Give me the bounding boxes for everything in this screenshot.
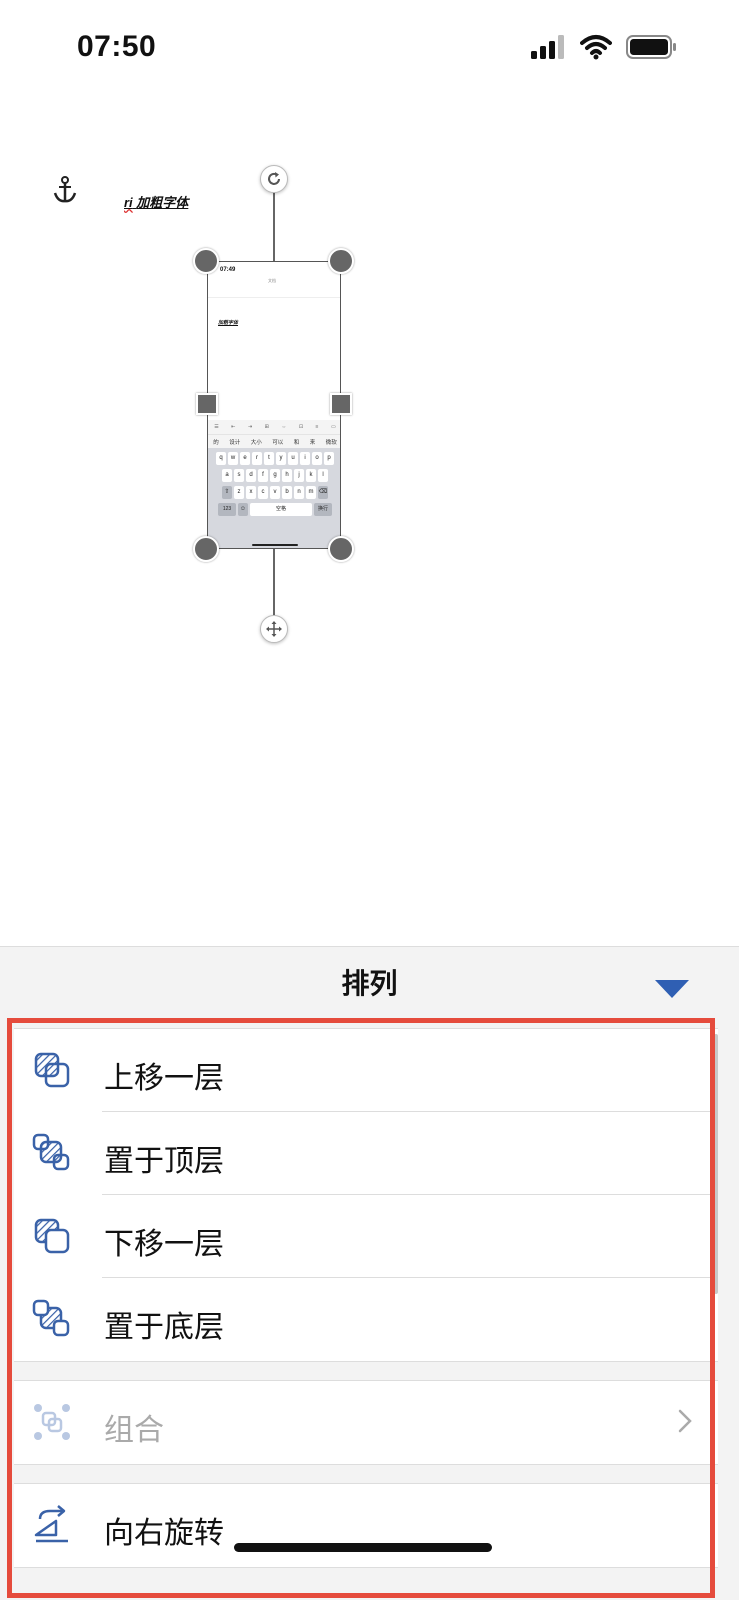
sheet-title: 排列 — [341, 968, 398, 999]
bring-to-front-icon — [32, 1133, 70, 1171]
home-indicator[interactable] — [234, 1543, 492, 1552]
mini-keyboard-tools: ☰ ⇤ ⇥ ⊞ ⇔ ⊡ ≡ ▭ — [208, 420, 340, 434]
menu-item-bring-to-front[interactable]: 置于顶层 — [14, 1112, 718, 1195]
anchor-icon — [53, 176, 77, 203]
mini-key: k — [306, 469, 316, 482]
mini-num-key: 123 — [218, 503, 236, 516]
mini-home-indicator — [252, 544, 298, 546]
menu-item-label: 组合 — [104, 1413, 164, 1448]
mini-key: e — [240, 452, 250, 465]
resize-handle-left[interactable] — [196, 393, 218, 415]
mini-key: b — [282, 486, 292, 499]
resize-handle-right[interactable] — [330, 393, 352, 415]
group-gap — [14, 1362, 718, 1380]
mini-key: g — [270, 469, 280, 482]
mini-key: q — [216, 452, 226, 465]
document-text[interactable]: ri 加粗字体 — [124, 192, 188, 211]
mini-key-row-4: 123 ☺ 空格 换行 — [208, 503, 340, 516]
mini-status-time: 07:49 — [220, 267, 236, 273]
mini-key: z — [234, 486, 244, 499]
mini-key: c — [258, 486, 268, 499]
mini-key: w — [228, 452, 238, 465]
mini-key: o — [312, 452, 322, 465]
mini-key: p — [324, 452, 334, 465]
mini-key: t — [264, 452, 274, 465]
wifi-icon — [580, 35, 612, 60]
menu-item-label: 置于顶层 — [104, 1144, 224, 1179]
bring-forward-icon — [34, 1052, 70, 1088]
send-to-back-icon — [32, 1299, 70, 1337]
mini-key: m — [306, 486, 316, 499]
group-icon — [34, 1404, 70, 1440]
move-handle[interactable] — [260, 615, 288, 643]
chevron-right-icon — [678, 1409, 692, 1433]
mini-key: j — [294, 469, 304, 482]
resize-handle-top-right[interactable] — [328, 248, 354, 274]
mini-key: y — [276, 452, 286, 465]
mini-backspace-key: ⌫ — [318, 486, 328, 499]
mini-key: a — [222, 469, 232, 482]
document-text-prefix: ri — [124, 195, 133, 210]
mini-toolbar — [208, 282, 340, 298]
rotate-handle[interactable] — [260, 165, 288, 193]
layer-order-group: 上移一层 置于顶层 下移一层 置于底层 — [14, 1028, 718, 1362]
menu-item-bring-forward[interactable]: 上移一层 — [14, 1029, 718, 1112]
arrange-menu: 上移一层 置于顶层 下移一层 置于底层 组合 向右旋转 — [14, 1028, 718, 1598]
mini-return-key: 换行 — [314, 503, 332, 516]
menu-item-send-to-back[interactable]: 置于底层 — [14, 1278, 718, 1361]
mini-key: n — [294, 486, 304, 499]
mini-key: f — [258, 469, 268, 482]
menu-item-label: 下移一层 — [104, 1227, 224, 1262]
mini-key: i — [300, 452, 310, 465]
mini-key: v — [270, 486, 280, 499]
mini-shift-key: ⇧ — [222, 486, 232, 499]
send-backward-icon — [34, 1218, 70, 1254]
menu-item-label: 上移一层 — [104, 1061, 224, 1096]
status-bar: 07:50 — [0, 0, 739, 96]
mini-emoji-key: ☺ — [238, 503, 248, 516]
mini-key-row-3: ⇧ z x c v b n m ⌫ — [208, 486, 340, 499]
mini-key: u — [288, 452, 298, 465]
menu-item-label: 置于底层 — [104, 1310, 224, 1345]
mini-key: s — [234, 469, 244, 482]
cellular-signal-icon — [531, 35, 564, 59]
mini-key: d — [246, 469, 256, 482]
mini-key-row-2: asdfghjkl — [208, 469, 340, 482]
rotate-right-icon — [34, 1505, 68, 1543]
move-handle-stem — [273, 549, 275, 615]
menu-item-rotate-right[interactable]: 向右旋转 — [14, 1484, 718, 1567]
group-gap — [14, 1465, 718, 1483]
mini-key: l — [318, 469, 328, 482]
mini-key: r — [252, 452, 262, 465]
collapse-sheet-icon[interactable] — [654, 978, 690, 1000]
resize-handle-top-left[interactable] — [193, 248, 219, 274]
document-text-main: 加粗字体 — [136, 195, 189, 210]
resize-handle-bottom-right[interactable] — [328, 536, 354, 562]
menu-item-send-backward[interactable]: 下移一层 — [14, 1195, 718, 1278]
mini-doc-text: 加粗字体 — [218, 320, 239, 326]
mini-key: h — [282, 469, 292, 482]
status-time: 07:50 — [77, 30, 157, 63]
mini-space-key: 空格 — [250, 503, 312, 516]
selected-image[interactable]: 07:49 文档 加粗字体 ☰ ⇤ ⇥ ⊞ ⇔ ⊡ ≡ ▭ 的 设计 大小 可以 和 来 微软… — [207, 261, 341, 549]
group-section: 组合 — [14, 1380, 718, 1465]
rotate-handle-stem — [273, 193, 275, 261]
menu-item-label: 向右旋转 — [104, 1516, 224, 1551]
mini-key: x — [246, 486, 256, 499]
mini-key-row-1: qwertyuiop — [208, 452, 340, 465]
battery-icon — [626, 35, 676, 59]
menu-scrollbar[interactable] — [714, 1034, 718, 1294]
menu-item-group[interactable]: 组合 — [14, 1381, 718, 1464]
rotate-icon — [268, 172, 280, 185]
resize-handle-bottom-left[interactable] — [193, 536, 219, 562]
mini-keyboard: ☰ ⇤ ⇥ ⊞ ⇔ ⊡ ≡ ▭ 的 设计 大小 可以 和 来 微软 qwertyuiop as… — [208, 420, 340, 548]
mini-candidates: 的 设计 大小 可以 和 来 微软 — [208, 434, 340, 448]
move-arrows-icon — [266, 621, 282, 637]
rotate-section: 向右旋转 — [14, 1483, 718, 1568]
